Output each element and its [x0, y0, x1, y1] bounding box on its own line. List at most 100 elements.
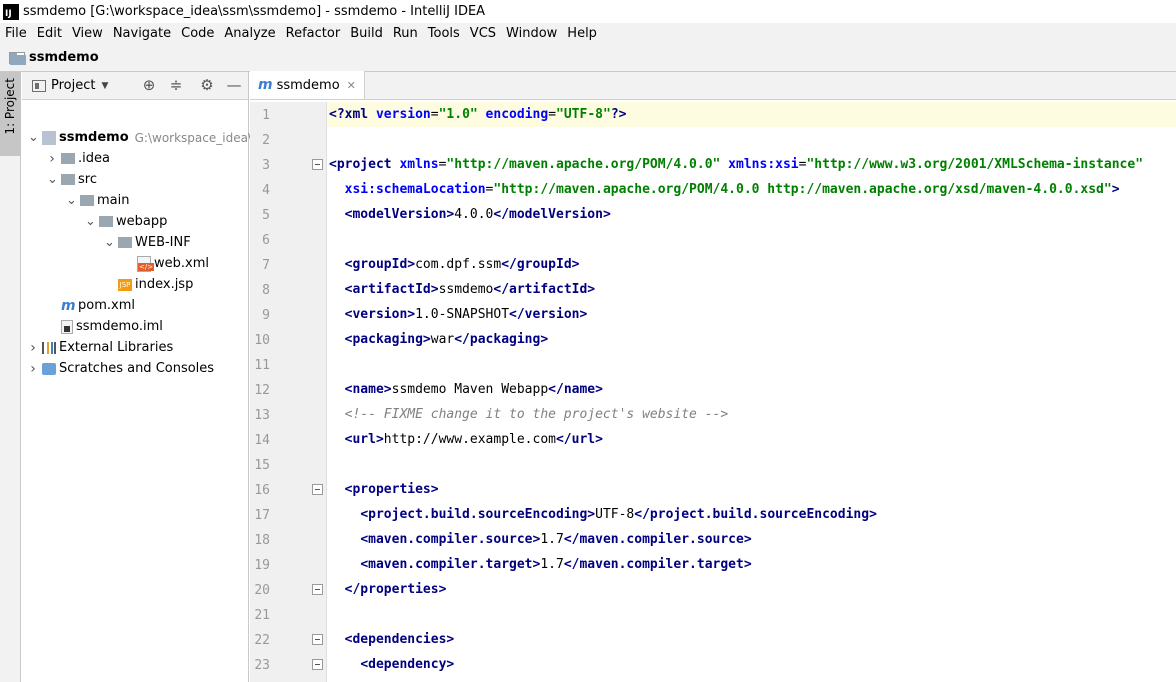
- jsp-file-icon: JSP: [118, 278, 132, 291]
- chevron-down-icon[interactable]: ▼: [101, 81, 108, 91]
- fold-marker-icon[interactable]: [312, 634, 323, 645]
- tree-node-pom-xml[interactable]: m pom.xml: [47, 295, 135, 316]
- tree-node-webapp[interactable]: ⌄ webapp: [85, 211, 167, 232]
- nav-project-name[interactable]: ssmdemo: [29, 50, 99, 65]
- code-token: "http://maven.apache.org/POM/4.0.0": [446, 157, 721, 172]
- code-token: <project.build.sourceEncoding>: [360, 507, 596, 522]
- tree-node-index-jsp[interactable]: JSP index.jsp: [104, 274, 193, 295]
- code-token: <artifactId>: [344, 282, 439, 297]
- chevron-down-icon[interactable]: ⌄: [85, 215, 96, 228]
- close-icon[interactable]: ✕: [347, 79, 356, 92]
- hide-panel-icon[interactable]: —: [225, 76, 243, 94]
- chevron-right-icon[interactable]: ›: [28, 340, 38, 356]
- menu-item-window[interactable]: Window: [501, 26, 562, 41]
- code-token: <!-- FIXME change it to the project's we…: [344, 407, 729, 422]
- chevron-right-icon[interactable]: ›: [47, 151, 57, 167]
- code-token: </groupId>: [501, 257, 580, 272]
- code-token: <groupId>: [344, 257, 416, 272]
- line-number: 8: [262, 283, 270, 298]
- menu-item-build[interactable]: Build: [345, 26, 388, 41]
- menu-item-run[interactable]: Run: [388, 26, 423, 41]
- project-tool-tab-label: 1: Project: [3, 78, 17, 135]
- menu-item-analyze[interactable]: Analyze: [219, 26, 280, 41]
- tree-node-label: Scratches and Consoles: [59, 361, 215, 376]
- tree-node-web-inf[interactable]: ⌄ WEB-INF: [104, 232, 191, 253]
- tree-node-ssmdemo-iml[interactable]: ssmdemo.iml: [47, 316, 163, 337]
- code-line: <packaging> war </packaging>: [329, 327, 549, 352]
- line-number: 14: [254, 433, 270, 448]
- menu-item-tools[interactable]: Tools: [423, 26, 465, 41]
- tree-node-main[interactable]: ⌄ main: [66, 190, 129, 211]
- menu-item-view[interactable]: View: [67, 26, 108, 41]
- line-number: 16: [254, 483, 270, 498]
- code-line: <project.build.sourceEncoding> UTF-8 </pro…: [329, 502, 877, 527]
- tree-node-label: ssmdemo: [59, 130, 129, 145]
- chevron-right-icon[interactable]: ›: [28, 361, 38, 377]
- line-number: 22: [254, 633, 270, 648]
- code-line: <project xmlns = "http://maven.apache.org/…: [329, 152, 1143, 177]
- gear-icon[interactable]: ⚙: [198, 76, 216, 94]
- editor-tab-pom[interactable]: m ssmdemo ✕: [250, 71, 365, 99]
- line-number: 1: [262, 108, 270, 123]
- folder-icon: [61, 174, 75, 185]
- menu-item-help[interactable]: Help: [562, 26, 602, 41]
- fold-marker-icon[interactable]: [312, 659, 323, 670]
- tree-node-ssmdemo[interactable]: ⌄ ssmdemo G:\workspace_idea\s: [28, 127, 258, 148]
- code-line: <name> ssmdemo Maven Webapp </name>: [329, 377, 603, 402]
- menu-item-vcs[interactable]: VCS: [465, 26, 501, 41]
- code-line: <? xml version = "1.0" encoding = "UTF-8" ?>: [329, 102, 626, 127]
- project-tool-tab[interactable]: 1: Project: [0, 72, 21, 156]
- chevron-down-icon[interactable]: ⌄: [66, 194, 77, 207]
- menu-item-code[interactable]: Code: [176, 26, 219, 41]
- menu-item-edit[interactable]: Edit: [32, 26, 67, 41]
- code-token: <maven.compiler.source>: [360, 532, 541, 547]
- code-line: <properties>: [329, 477, 439, 502]
- tree-node-label: pom.xml: [78, 298, 135, 313]
- menu-bar: File Edit View Navigate Code Analyze Refactor B…: [0, 23, 1176, 44]
- code-token: </url>: [555, 432, 603, 447]
- code-line: <!-- FIXME change it to the project's we…: [329, 402, 729, 427]
- menu-item-refactor[interactable]: Refactor: [281, 26, 346, 41]
- code-token: <dependencies>: [344, 632, 455, 647]
- tree-node-external-libraries[interactable]: › External Libraries: [28, 337, 173, 358]
- tree-node-label: WEB-INF: [135, 235, 191, 250]
- fold-marker-icon[interactable]: [312, 584, 323, 595]
- module-folder-icon: [42, 130, 56, 145]
- collapse-all-icon[interactable]: ≑: [167, 76, 185, 94]
- code-token: <project: [329, 157, 400, 172]
- window-title: ssmdemo [G:\workspace_idea\ssm\ssmdemo] …: [23, 4, 486, 19]
- menu-item-navigate[interactable]: Navigate: [108, 26, 176, 41]
- tree-node-idea[interactable]: › .idea: [47, 148, 110, 169]
- fold-marker-icon[interactable]: [312, 484, 323, 495]
- code-token: 4.0.0: [454, 207, 494, 222]
- fold-marker-icon[interactable]: [312, 159, 323, 170]
- line-number: 17: [254, 508, 270, 523]
- tree-node-src[interactable]: ⌄ src: [47, 169, 97, 190]
- code-token: <packaging>: [344, 332, 431, 347]
- line-number: 4: [262, 183, 270, 198]
- code-token: =: [798, 157, 807, 172]
- menu-item-file[interactable]: File: [0, 26, 32, 41]
- code-token: ?>: [610, 107, 627, 122]
- tree-node-web-xml[interactable]: web.xml: [123, 253, 209, 274]
- line-gutter: 1 2 3 4 5 6 7 8 9 10 11 12 13 14 15 16 17 18 19 20 21 22 23: [250, 102, 327, 682]
- locate-icon[interactable]: ⊕: [140, 76, 158, 94]
- line-number: 2: [262, 133, 270, 148]
- project-view-selector[interactable]: Project: [51, 78, 95, 93]
- chevron-down-icon[interactable]: ⌄: [104, 236, 115, 249]
- code-token: <properties>: [344, 482, 439, 497]
- tree-node-scratches-and-consoles[interactable]: › Scratches and Consoles: [28, 358, 214, 379]
- code-area[interactable]: <? xml version = "1.0" encoding = "UTF-8" ?> <p…: [327, 102, 1176, 682]
- tree-node-path: G:\workspace_idea\s: [134, 130, 259, 145]
- chevron-down-icon[interactable]: ⌄: [47, 173, 58, 186]
- chevron-down-icon[interactable]: ⌄: [28, 131, 39, 144]
